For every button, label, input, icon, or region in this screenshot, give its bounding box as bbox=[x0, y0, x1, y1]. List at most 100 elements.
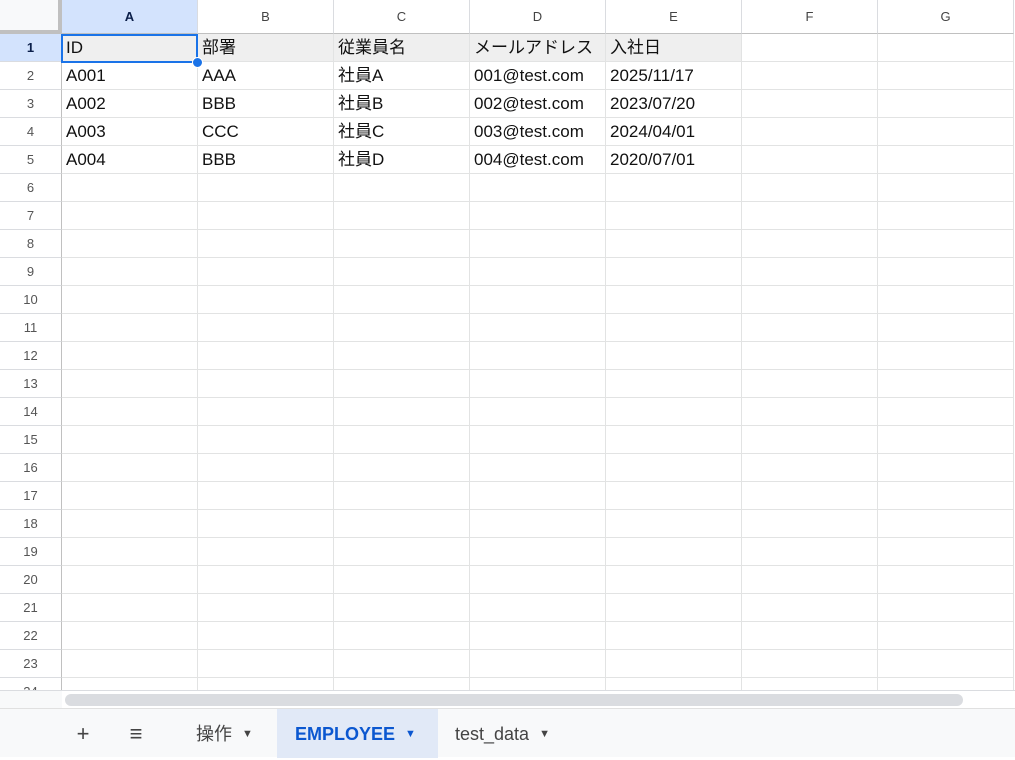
cell-F18[interactable] bbox=[742, 510, 878, 538]
row-header-17[interactable]: 17 bbox=[0, 482, 62, 510]
cell-E11[interactable] bbox=[606, 314, 742, 342]
row-header-2[interactable]: 2 bbox=[0, 62, 62, 90]
add-sheet-button[interactable]: + bbox=[70, 709, 96, 758]
cell-A11[interactable] bbox=[62, 314, 198, 342]
cell-F10[interactable] bbox=[742, 286, 878, 314]
cell-G11[interactable] bbox=[878, 314, 1014, 342]
row-header-21[interactable]: 21 bbox=[0, 594, 62, 622]
cell-F5[interactable] bbox=[742, 146, 878, 174]
cell-A14[interactable] bbox=[62, 398, 198, 426]
cell-A3[interactable]: A002 bbox=[62, 90, 198, 118]
cell-E22[interactable] bbox=[606, 622, 742, 650]
cell-A18[interactable] bbox=[62, 510, 198, 538]
cell-D9[interactable] bbox=[470, 258, 606, 286]
cell-C2[interactable]: 社員A bbox=[334, 62, 470, 90]
cell-C14[interactable] bbox=[334, 398, 470, 426]
cell-G18[interactable] bbox=[878, 510, 1014, 538]
cell-D23[interactable] bbox=[470, 650, 606, 678]
row-header-24[interactable]: 24 bbox=[0, 678, 62, 690]
cell-G4[interactable] bbox=[878, 118, 1014, 146]
cell-F20[interactable] bbox=[742, 566, 878, 594]
column-header-E[interactable]: E bbox=[606, 0, 742, 34]
cell-F4[interactable] bbox=[742, 118, 878, 146]
cell-E16[interactable] bbox=[606, 454, 742, 482]
row-header-12[interactable]: 12 bbox=[0, 342, 62, 370]
cell-A7[interactable] bbox=[62, 202, 198, 230]
cell-C4[interactable]: 社員C bbox=[334, 118, 470, 146]
cell-E1[interactable]: 入社日 bbox=[606, 34, 742, 62]
cell-C5[interactable]: 社員D bbox=[334, 146, 470, 174]
cell-G8[interactable] bbox=[878, 230, 1014, 258]
cell-B8[interactable] bbox=[198, 230, 334, 258]
cell-E9[interactable] bbox=[606, 258, 742, 286]
cell-C22[interactable] bbox=[334, 622, 470, 650]
cell-G1[interactable] bbox=[878, 34, 1014, 62]
cell-C21[interactable] bbox=[334, 594, 470, 622]
row-header-23[interactable]: 23 bbox=[0, 650, 62, 678]
dropdown-caret-icon[interactable]: ▼ bbox=[242, 708, 253, 760]
cell-D14[interactable] bbox=[470, 398, 606, 426]
cell-C3[interactable]: 社員B bbox=[334, 90, 470, 118]
cell-A8[interactable] bbox=[62, 230, 198, 258]
cell-G12[interactable] bbox=[878, 342, 1014, 370]
cell-A2[interactable]: A001 bbox=[62, 62, 198, 90]
row-header-19[interactable]: 19 bbox=[0, 538, 62, 566]
cell-F11[interactable] bbox=[742, 314, 878, 342]
cell-D24[interactable] bbox=[470, 678, 606, 690]
cell-F13[interactable] bbox=[742, 370, 878, 398]
cell-G13[interactable] bbox=[878, 370, 1014, 398]
cell-G7[interactable] bbox=[878, 202, 1014, 230]
cell-C20[interactable] bbox=[334, 566, 470, 594]
cell-D7[interactable] bbox=[470, 202, 606, 230]
cell-F6[interactable] bbox=[742, 174, 878, 202]
cell-A12[interactable] bbox=[62, 342, 198, 370]
cell-D8[interactable] bbox=[470, 230, 606, 258]
cell-B15[interactable] bbox=[198, 426, 334, 454]
cell-D6[interactable] bbox=[470, 174, 606, 202]
cell-G21[interactable] bbox=[878, 594, 1014, 622]
row-header-15[interactable]: 15 bbox=[0, 426, 62, 454]
cell-A23[interactable] bbox=[62, 650, 198, 678]
cell-D16[interactable] bbox=[470, 454, 606, 482]
row-header-22[interactable]: 22 bbox=[0, 622, 62, 650]
cell-G6[interactable] bbox=[878, 174, 1014, 202]
cell-B22[interactable] bbox=[198, 622, 334, 650]
row-header-1[interactable]: 1 bbox=[0, 34, 62, 62]
cell-A10[interactable] bbox=[62, 286, 198, 314]
cell-D17[interactable] bbox=[470, 482, 606, 510]
cell-E2[interactable]: 2025/11/17 bbox=[606, 62, 742, 90]
cell-G17[interactable] bbox=[878, 482, 1014, 510]
cell-D19[interactable] bbox=[470, 538, 606, 566]
cell-G9[interactable] bbox=[878, 258, 1014, 286]
cell-C16[interactable] bbox=[334, 454, 470, 482]
cell-D4[interactable]: 003@test.com bbox=[470, 118, 606, 146]
column-header-D[interactable]: D bbox=[470, 0, 606, 34]
cell-C23[interactable] bbox=[334, 650, 470, 678]
cell-F23[interactable] bbox=[742, 650, 878, 678]
cell-B18[interactable] bbox=[198, 510, 334, 538]
cell-G23[interactable] bbox=[878, 650, 1014, 678]
sheet-tab-employee[interactable]: EMPLOYEE ▼ bbox=[277, 709, 438, 758]
cell-C18[interactable] bbox=[334, 510, 470, 538]
cell-F24[interactable] bbox=[742, 678, 878, 690]
row-header-3[interactable]: 3 bbox=[0, 90, 62, 118]
cell-D5[interactable]: 004@test.com bbox=[470, 146, 606, 174]
cell-A20[interactable] bbox=[62, 566, 198, 594]
row-header-9[interactable]: 9 bbox=[0, 258, 62, 286]
cell-B13[interactable] bbox=[198, 370, 334, 398]
row-header-16[interactable]: 16 bbox=[0, 454, 62, 482]
column-header-F[interactable]: F bbox=[742, 0, 878, 34]
cell-F1[interactable] bbox=[742, 34, 878, 62]
cell-F16[interactable] bbox=[742, 454, 878, 482]
cell-B12[interactable] bbox=[198, 342, 334, 370]
cell-C6[interactable] bbox=[334, 174, 470, 202]
cell-F15[interactable] bbox=[742, 426, 878, 454]
cell-E12[interactable] bbox=[606, 342, 742, 370]
row-header-18[interactable]: 18 bbox=[0, 510, 62, 538]
spreadsheet-grid[interactable]: A B C D E F G 1 ID 部署 従業員名 メールアドレス 入社日 2 A001 AAA 社員A 001… bbox=[0, 0, 1015, 690]
column-header-B[interactable]: B bbox=[198, 0, 334, 34]
row-header-11[interactable]: 11 bbox=[0, 314, 62, 342]
cell-B19[interactable] bbox=[198, 538, 334, 566]
row-header-13[interactable]: 13 bbox=[0, 370, 62, 398]
cell-F12[interactable] bbox=[742, 342, 878, 370]
